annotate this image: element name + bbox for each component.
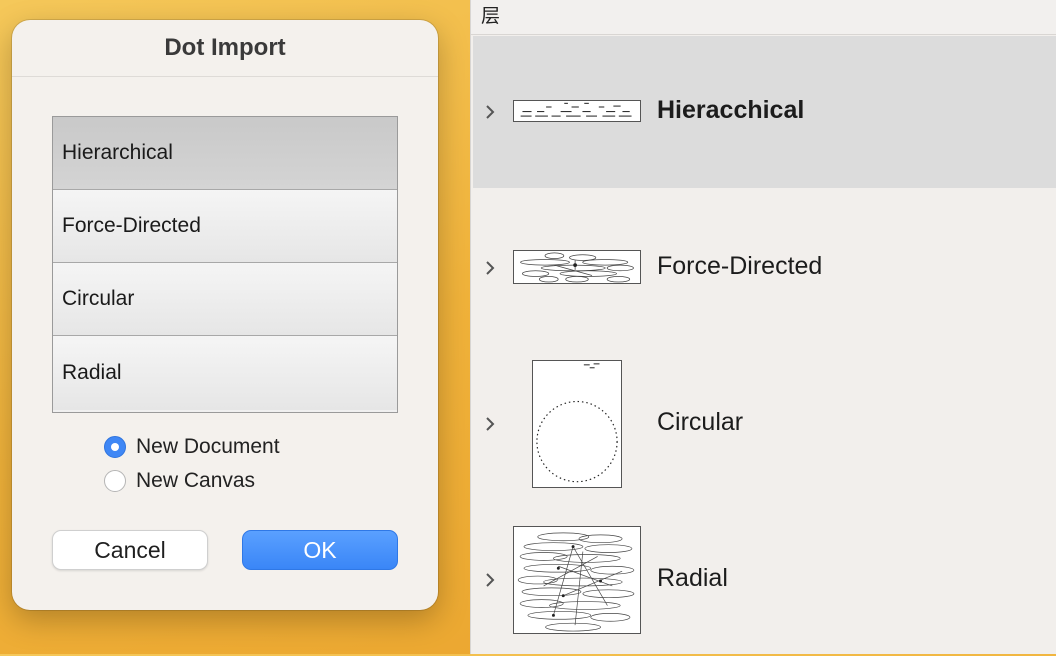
layer-row-force-directed[interactable]: Force-Directed: [473, 192, 1056, 344]
radio-label: New Canvas: [136, 469, 256, 492]
layer-name: Hieracchical: [657, 96, 805, 124]
radio-label: New Document: [136, 435, 280, 458]
layout-option-circular[interactable]: Circular: [53, 263, 397, 336]
chevron-right-icon[interactable]: [483, 414, 497, 434]
layer-row-radial[interactable]: Radial: [473, 504, 1056, 656]
chevron-right-icon[interactable]: [483, 102, 497, 122]
layout-option-radial[interactable]: Radial: [53, 336, 397, 410]
layout-option-label: Circular: [62, 287, 135, 310]
radial-graph-thumbnail-icon: [513, 526, 641, 634]
layout-option-label: Force-Directed: [62, 214, 201, 237]
layer-name: Radial: [657, 564, 728, 592]
ok-button[interactable]: OK: [242, 530, 398, 570]
chevron-right-icon[interactable]: [483, 570, 497, 590]
layout-option-force-directed[interactable]: Force-Directed: [53, 190, 397, 263]
layers-panel: 层 Hieracchical Force-Directed Circular R…: [470, 0, 1056, 654]
hierarchical-graph-thumbnail-icon: [513, 100, 641, 122]
circular-graph-thumbnail-icon: [532, 360, 622, 488]
dot-import-dialog: Dot Import Hierarchical Force-Directed C…: [12, 20, 438, 610]
target-radio-group: New Document New Canvas: [104, 430, 280, 498]
dialog-title: Dot Import: [12, 20, 438, 77]
layout-option-label: Radial: [62, 361, 122, 384]
layer-name: Force-Directed: [657, 252, 823, 280]
layer-name: Circular: [657, 408, 744, 436]
radio-button-checked[interactable]: [104, 436, 126, 458]
layout-option-hierarchical[interactable]: Hierarchical: [53, 117, 397, 190]
radio-button-unchecked[interactable]: [104, 470, 126, 492]
layer-row-hierarchical[interactable]: Hieracchical: [473, 36, 1056, 188]
layout-list: Hierarchical Force-Directed Circular Rad…: [52, 116, 398, 413]
radio-new-canvas[interactable]: New Canvas: [104, 464, 280, 498]
cancel-button[interactable]: Cancel: [52, 530, 208, 570]
layers-panel-header: 层: [471, 0, 1056, 35]
layout-option-label: Hierarchical: [62, 141, 173, 164]
radio-new-document[interactable]: New Document: [104, 430, 280, 464]
force-directed-graph-thumbnail-icon: [513, 250, 641, 284]
layer-row-circular[interactable]: Circular: [473, 348, 1056, 500]
chevron-right-icon[interactable]: [483, 258, 497, 278]
